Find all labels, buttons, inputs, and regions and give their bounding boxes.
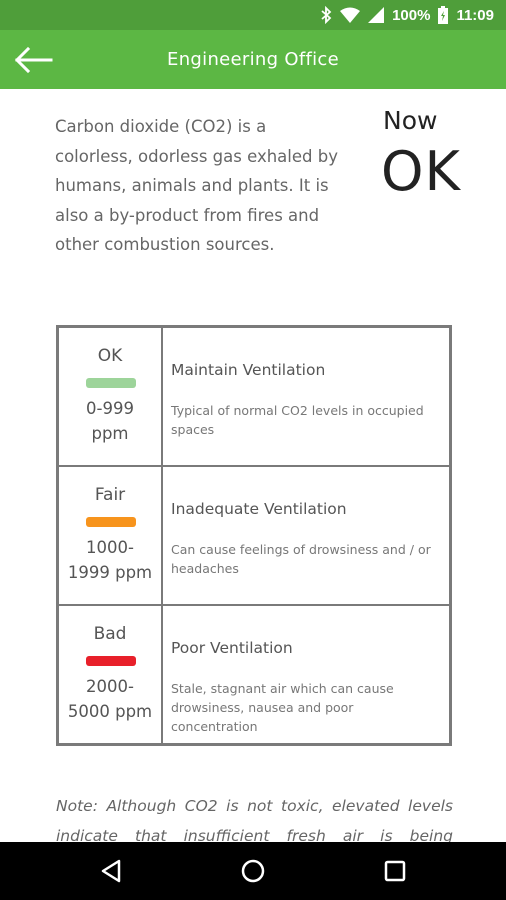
home-circle-icon: [241, 859, 265, 883]
level-name: Fair: [94, 485, 126, 505]
level-cell: OK 0-999 ppm: [59, 328, 163, 465]
nav-home-button[interactable]: [238, 856, 268, 886]
ventilation-label: Maintain Ventilation: [171, 361, 326, 379]
level-range-line: 1000-: [86, 538, 134, 557]
level-range: 1000- 1999 ppm: [59, 535, 161, 585]
now-label: Now: [383, 106, 438, 135]
status-bar: 100% 11:09: [0, 0, 506, 30]
bluetooth-icon: [321, 6, 332, 24]
level-name: OK: [97, 346, 123, 366]
level-range-line: 0-999: [86, 399, 134, 418]
recents-square-icon: [384, 860, 406, 882]
app-bar: Engineering Office: [0, 30, 506, 89]
now-status-value: OK: [381, 140, 461, 203]
co2-levels-table: OK 0-999 ppm Maintain Ventilation Typica…: [56, 325, 452, 746]
battery-icon: [438, 6, 449, 24]
level-row-ok: OK 0-999 ppm Maintain Ventilation Typica…: [59, 328, 449, 467]
level-range-line: 2000-: [86, 677, 134, 696]
wifi-icon: [340, 7, 361, 23]
ventilation-label: Inadequate Ventilation: [171, 500, 347, 518]
co2-description: Carbon dioxide (CO2) is a colorless, odo…: [55, 117, 338, 254]
level-row-fair: Fair 1000- 1999 ppm Inadequate Ventilati…: [59, 467, 449, 606]
level-color-swatch: [86, 378, 136, 388]
ventilation-description: Typical of normal CO2 levels in occupied…: [171, 403, 424, 437]
level-name: Bad: [93, 624, 127, 644]
ventilation-cell: Inadequate Ventilation Can cause feeling…: [163, 467, 449, 604]
arrow-left-icon: [14, 46, 53, 74]
status-icons: 100% 11:09: [320, 0, 494, 30]
ventilation-description: Stale, stagnant air which can cause drow…: [171, 681, 394, 734]
system-nav-bar: [0, 842, 506, 900]
level-range-line: 5000 ppm: [67, 702, 153, 721]
level-cell: Bad 2000- 5000 ppm: [59, 606, 163, 745]
ventilation-cell: Maintain Ventilation Typical of normal C…: [163, 328, 449, 465]
back-triangle-icon: [101, 859, 121, 883]
ventilation-label: Poor Ventilation: [171, 639, 293, 657]
level-range-line: ppm: [91, 424, 129, 443]
nav-recents-button[interactable]: [380, 856, 410, 886]
level-range-line: 1999 ppm: [67, 563, 153, 582]
page-title: Engineering Office: [167, 49, 339, 70]
cell-signal-icon: [368, 7, 385, 23]
level-range: 0-999 ppm: [59, 396, 161, 446]
level-range: 2000- 5000 ppm: [59, 674, 161, 724]
ventilation-cell: Poor Ventilation Stale, stagnant air whi…: [163, 606, 449, 745]
ventilation-description: Can cause feelings of drowsiness and / o…: [171, 542, 431, 576]
nav-back-button[interactable]: [96, 856, 126, 886]
level-row-bad: Bad 2000- 5000 ppm Poor Ventilation Stal…: [59, 606, 449, 745]
back-button[interactable]: [12, 42, 54, 78]
level-color-swatch: [86, 656, 136, 666]
level-color-swatch: [86, 517, 136, 527]
battery-percent: 100%: [392, 6, 431, 24]
level-cell: Fair 1000- 1999 ppm: [59, 467, 163, 604]
clock: 11:09: [456, 6, 494, 24]
